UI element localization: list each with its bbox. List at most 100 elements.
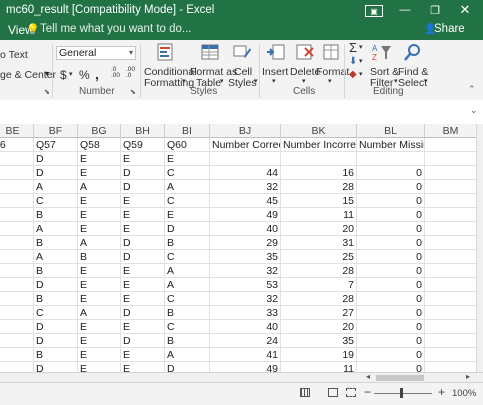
table-cell[interactable]: E bbox=[78, 292, 121, 306]
worksheet-grid[interactable]: BEBFBGBHBIBJBKBLBM56Q57Q58Q59Q60Number C… bbox=[0, 124, 476, 372]
normal-view-icon[interactable] bbox=[300, 388, 310, 397]
table-cell[interactable]: 28 bbox=[281, 264, 357, 278]
table-cell[interactable]: 0 bbox=[357, 348, 425, 362]
table-cell[interactable]: E bbox=[78, 152, 121, 166]
formula-expand-icon[interactable]: ⌄ bbox=[470, 105, 478, 116]
table-cell[interactable]: 49 bbox=[210, 208, 281, 222]
table-cell[interactable]: 11 bbox=[281, 208, 357, 222]
comma-button[interactable]: , bbox=[95, 66, 99, 82]
table-cell[interactable]: B bbox=[34, 348, 78, 362]
table-cell[interactable]: A bbox=[78, 306, 121, 320]
cell-styles-button[interactable]: Cell Styles ▾ bbox=[228, 42, 258, 89]
table-cell[interactable]: 0 bbox=[357, 292, 425, 306]
column-header-bm[interactable]: BM bbox=[425, 124, 476, 138]
close-icon[interactable]: ✕ bbox=[458, 2, 472, 18]
table-cell[interactable]: 0 bbox=[357, 194, 425, 208]
table-cell[interactable]: E bbox=[78, 264, 121, 278]
table-cell[interactable]: 40 bbox=[210, 222, 281, 236]
ribbon-display-options-icon[interactable]: ▣ bbox=[365, 5, 383, 17]
table-cell[interactable]: E bbox=[78, 208, 121, 222]
table-cell[interactable]: 28 bbox=[281, 292, 357, 306]
minimize-icon[interactable]: — bbox=[398, 2, 412, 18]
column-header-bh[interactable]: BH bbox=[121, 124, 165, 138]
table-cell[interactable]: 0 bbox=[357, 320, 425, 334]
table-cell[interactable]: E bbox=[121, 292, 165, 306]
tell-me-input[interactable]: Tell me what you want to do... bbox=[40, 23, 192, 35]
number-dialog-launcher-icon[interactable]: ⬊ bbox=[130, 88, 136, 96]
table-cell[interactable]: 32 bbox=[210, 264, 281, 278]
table-cell[interactable]: B bbox=[34, 264, 78, 278]
table-cell[interactable]: E bbox=[78, 362, 121, 372]
table-cell[interactable]: C bbox=[165, 250, 210, 264]
chevron-down-icon[interactable]: ▾ bbox=[359, 43, 363, 51]
column-header-bi[interactable]: BI bbox=[165, 124, 210, 138]
table-cell[interactable]: A bbox=[78, 236, 121, 250]
table-cell[interactable] bbox=[425, 320, 476, 334]
table-cell[interactable] bbox=[425, 250, 476, 264]
table-cell[interactable]: 31 bbox=[281, 236, 357, 250]
table-cell[interactable]: C bbox=[165, 292, 210, 306]
table-cell[interactable]: 33 bbox=[210, 306, 281, 320]
table-cell[interactable]: C bbox=[34, 194, 78, 208]
table-cell[interactable]: 53 bbox=[210, 278, 281, 292]
table-cell[interactable]: 0 bbox=[357, 236, 425, 250]
table-cell[interactable]: 0 bbox=[357, 250, 425, 264]
table-cell[interactable]: 0 bbox=[357, 306, 425, 320]
table-cell[interactable]: E bbox=[78, 348, 121, 362]
table-cell[interactable]: 11 bbox=[281, 362, 357, 372]
sort-filter-button[interactable]: A Z Sort & Filter ▾ bbox=[368, 42, 399, 89]
restore-icon[interactable]: ❐ bbox=[428, 2, 442, 18]
table-cell[interactable]: A bbox=[34, 222, 78, 236]
horizontal-scroll-thumb[interactable] bbox=[376, 375, 424, 381]
table-cell[interactable]: A bbox=[165, 278, 210, 292]
table-cell[interactable] bbox=[425, 292, 476, 306]
table-cell[interactable]: E bbox=[121, 194, 165, 208]
chevron-down-icon[interactable]: ▾ bbox=[359, 70, 363, 78]
column-header-bl[interactable]: BL bbox=[357, 124, 425, 138]
table-cell[interactable] bbox=[425, 348, 476, 362]
collapse-ribbon-icon[interactable]: ⌃ bbox=[468, 84, 476, 95]
table-cell[interactable] bbox=[210, 152, 281, 166]
table-cell[interactable]: 16 bbox=[281, 166, 357, 180]
clear-icon[interactable]: ◆ bbox=[349, 69, 357, 80]
table-cell[interactable] bbox=[0, 152, 34, 166]
header-cell[interactable]: Q57 bbox=[34, 138, 78, 152]
table-cell[interactable] bbox=[0, 250, 34, 264]
table-cell[interactable] bbox=[281, 152, 357, 166]
table-cell[interactable]: 0 bbox=[357, 278, 425, 292]
wrap-text-button[interactable]: o Text bbox=[0, 49, 28, 61]
header-cell[interactable]: Number Correct bbox=[210, 138, 281, 152]
table-cell[interactable]: D bbox=[34, 362, 78, 372]
table-cell[interactable]: 7 bbox=[281, 278, 357, 292]
table-cell[interactable]: C bbox=[165, 194, 210, 208]
table-cell[interactable] bbox=[425, 362, 476, 372]
table-cell[interactable]: E bbox=[121, 362, 165, 372]
table-cell[interactable]: 45 bbox=[210, 194, 281, 208]
table-cell[interactable]: B bbox=[78, 250, 121, 264]
table-cell[interactable]: D bbox=[34, 334, 78, 348]
table-cell[interactable]: 0 bbox=[357, 334, 425, 348]
chevron-down-icon[interactable]: ▾ bbox=[359, 57, 363, 65]
table-cell[interactable]: A bbox=[34, 250, 78, 264]
table-cell[interactable]: D bbox=[165, 222, 210, 236]
table-cell[interactable] bbox=[0, 208, 34, 222]
table-cell[interactable] bbox=[0, 292, 34, 306]
table-cell[interactable]: D bbox=[121, 306, 165, 320]
table-cell[interactable] bbox=[425, 278, 476, 292]
format-as-table-button[interactable]: Format as Table ▾ bbox=[190, 42, 237, 89]
table-cell[interactable]: E bbox=[78, 320, 121, 334]
table-cell[interactable] bbox=[0, 362, 34, 372]
table-cell[interactable] bbox=[0, 180, 34, 194]
table-cell[interactable]: 32 bbox=[210, 292, 281, 306]
table-cell[interactable] bbox=[425, 222, 476, 236]
header-cell[interactable]: 56 bbox=[0, 138, 34, 152]
find-select-button[interactable]: Find & Select ▾ bbox=[396, 42, 428, 89]
table-cell[interactable]: D bbox=[34, 320, 78, 334]
zoom-slider-track[interactable] bbox=[374, 393, 432, 394]
table-cell[interactable]: A bbox=[165, 180, 210, 194]
table-cell[interactable]: 28 bbox=[281, 180, 357, 194]
header-cell[interactable]: Number Missing bbox=[357, 138, 425, 152]
table-cell[interactable]: E bbox=[165, 152, 210, 166]
table-cell[interactable] bbox=[0, 194, 34, 208]
format-button[interactable]: Format ▾ bbox=[316, 42, 349, 86]
